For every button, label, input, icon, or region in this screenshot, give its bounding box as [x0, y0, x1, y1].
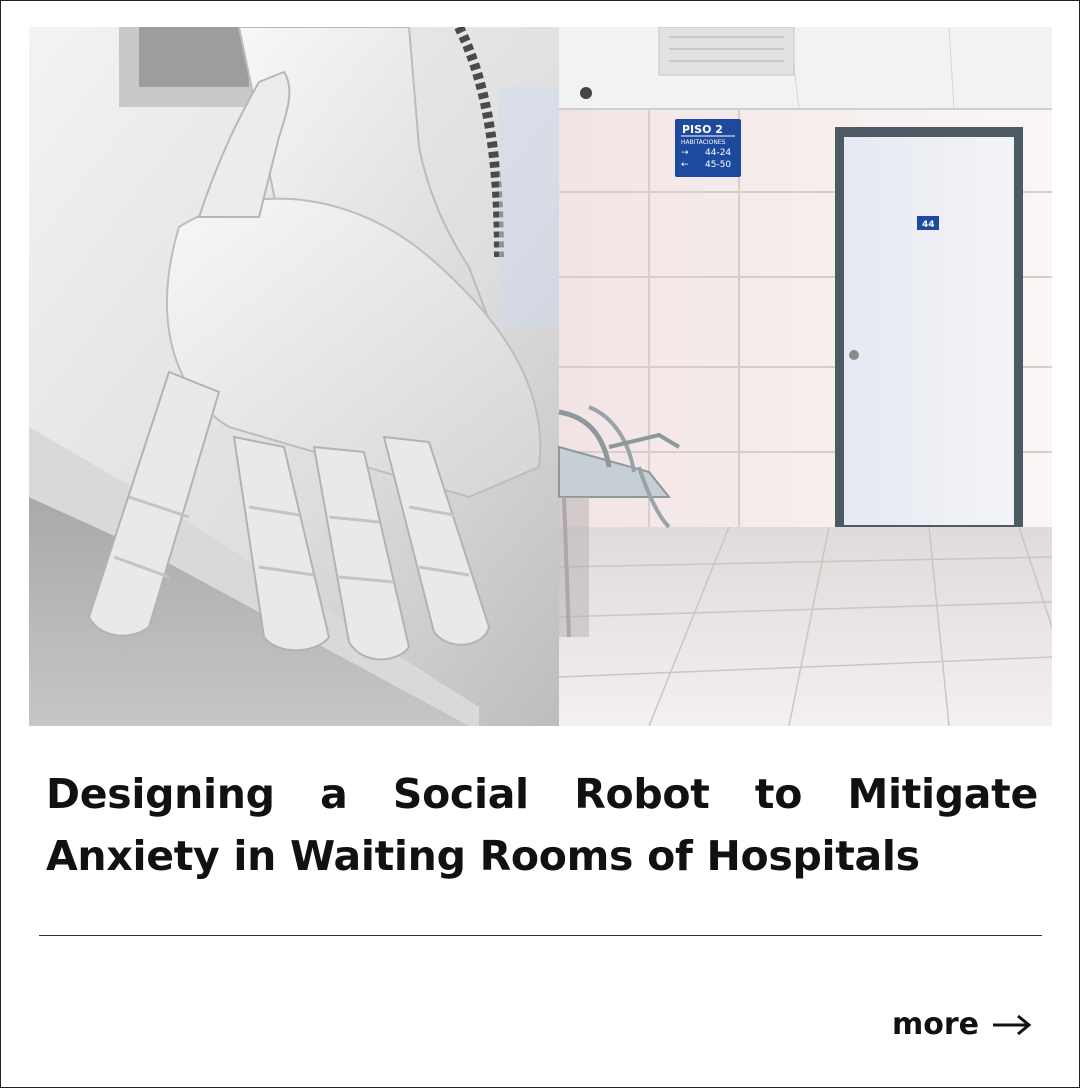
- sign-subtitle: HABITACIONES: [681, 139, 726, 146]
- article-title[interactable]: Designing a Social Robot to Mitigate Anx…: [46, 763, 1038, 887]
- more-link[interactable]: more: [892, 1005, 1033, 1045]
- hero-image: PISO 2 HABITACIONES → 44-24 ← 45-50 44: [29, 27, 1052, 726]
- divider: [39, 935, 1042, 936]
- arrow-right-icon: [991, 1014, 1033, 1036]
- robot-hand-photo: [29, 27, 559, 726]
- svg-text:→: →: [681, 148, 689, 158]
- article-card[interactable]: PISO 2 HABITACIONES → 44-24 ← 45-50 44 D…: [0, 0, 1080, 1088]
- sign-row-2: 45-50: [705, 160, 731, 170]
- more-label: more: [891, 1007, 979, 1042]
- sign-row-1: 44-24: [705, 148, 731, 158]
- waiting-room-photo: PISO 2 HABITACIONES → 44-24 ← 45-50 44: [558, 27, 1052, 726]
- sign-title: PISO 2: [682, 123, 723, 136]
- door-number: 44: [922, 220, 935, 230]
- svg-text:←: ←: [681, 160, 689, 170]
